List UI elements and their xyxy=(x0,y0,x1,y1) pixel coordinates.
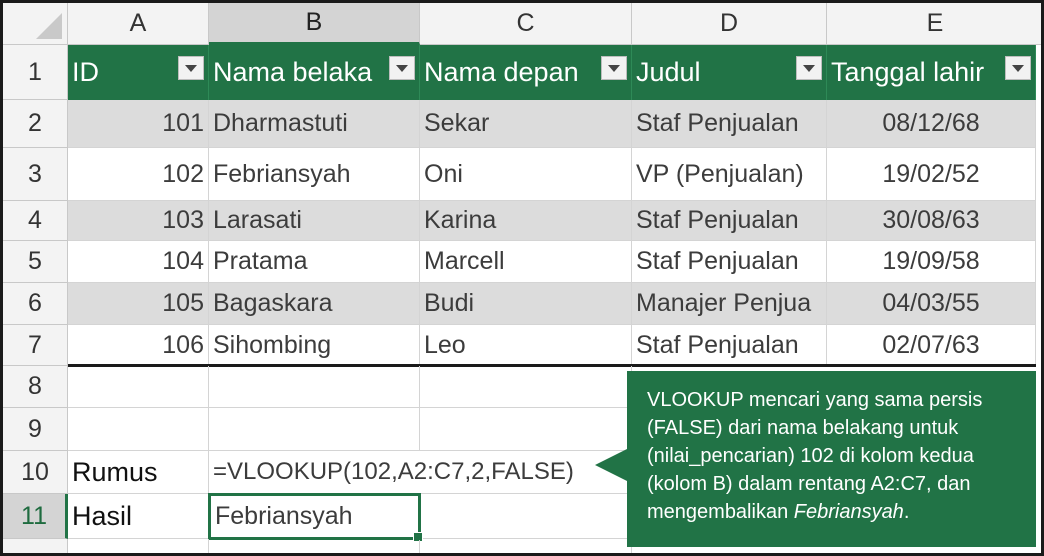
chevron-down-icon[interactable] xyxy=(601,56,627,80)
table-cell-last-name[interactable]: Febriansyah xyxy=(209,148,420,201)
empty-cell[interactable] xyxy=(420,539,632,553)
column-header-b[interactable]: B xyxy=(209,3,420,45)
row-header-1[interactable]: 1 xyxy=(3,45,68,100)
row-header-7[interactable]: 7 xyxy=(3,325,68,366)
empty-cell[interactable] xyxy=(420,366,632,408)
chevron-down-icon[interactable] xyxy=(1005,56,1031,80)
table-cell-dob[interactable]: 02/07/63 xyxy=(827,325,1036,366)
table-cell-first-name[interactable]: Karina xyxy=(420,201,632,241)
table-header-label: Judul xyxy=(636,57,701,87)
explanation-callout: VLOOKUP mencari yang sama persis (FALSE)… xyxy=(595,371,1036,547)
empty-cell[interactable] xyxy=(420,494,632,539)
column-header-d[interactable]: D xyxy=(632,3,827,45)
result-label[interactable]: Hasil xyxy=(68,494,209,539)
table-header-title[interactable]: Judul xyxy=(632,45,827,100)
row-header-11[interactable]: 11 xyxy=(3,494,68,539)
row-header-10[interactable]: 10 xyxy=(3,451,68,494)
table-header-last-name[interactable]: Nama belaka xyxy=(209,45,420,100)
chevron-down-icon[interactable] xyxy=(178,56,204,80)
row-header-6[interactable]: 6 xyxy=(3,283,68,325)
chevron-down-icon[interactable] xyxy=(389,56,415,80)
select-all-triangle-icon xyxy=(36,13,62,39)
table-cell-title[interactable]: Staf Penjualan xyxy=(632,201,827,241)
table-cell-id[interactable]: 106 xyxy=(68,325,209,366)
table-cell-id[interactable]: 104 xyxy=(68,241,209,283)
callout-italic-text: Febriansyah xyxy=(793,501,904,523)
table-header-label: Nama belaka xyxy=(213,57,373,87)
table-cell-first-name[interactable]: Marcell xyxy=(420,241,632,283)
formula-label[interactable]: Rumus xyxy=(68,451,209,494)
empty-cell[interactable] xyxy=(420,408,632,451)
table-cell-title[interactable]: Staf Penjualan xyxy=(632,241,827,283)
empty-cell[interactable] xyxy=(209,408,420,451)
table-cell-first-name[interactable]: Budi xyxy=(420,283,632,325)
row-header-2[interactable]: 2 xyxy=(3,100,68,148)
table-cell-first-name[interactable]: Oni xyxy=(420,148,632,201)
empty-cell[interactable] xyxy=(209,366,420,408)
table-cell-last-name[interactable]: Bagaskara xyxy=(209,283,420,325)
table-cell-title[interactable]: Staf Penjualan xyxy=(632,100,827,148)
empty-cell[interactable] xyxy=(68,539,209,553)
table-header-label: Tanggal lahir xyxy=(831,57,985,87)
row-header-4[interactable]: 4 xyxy=(3,201,68,241)
table-cell-dob[interactable]: 30/08/63 xyxy=(827,201,1036,241)
table-cell-title[interactable]: Manajer Penjua xyxy=(632,283,827,325)
chevron-down-icon[interactable] xyxy=(796,56,822,80)
table-cell-first-name[interactable]: Leo xyxy=(420,325,632,366)
column-header-a[interactable]: A xyxy=(68,3,209,45)
table-cell-last-name[interactable]: Sihombing xyxy=(209,325,420,366)
table-header-label: Nama depan xyxy=(424,57,579,87)
table-cell-id[interactable]: 105 xyxy=(68,283,209,325)
row-header-3[interactable]: 3 xyxy=(3,148,68,201)
table-header-label: ID xyxy=(72,57,99,87)
table-cell-last-name[interactable]: Pratama xyxy=(209,241,420,283)
column-header-e[interactable]: E xyxy=(827,3,1041,45)
table-cell-last-name[interactable]: Dharmastuti xyxy=(209,100,420,148)
callout-text-end: . xyxy=(903,501,910,523)
table-cell-title[interactable]: VP (Penjualan) xyxy=(632,148,827,201)
column-header-c[interactable]: C xyxy=(420,3,632,45)
table-cell-dob[interactable]: 19/02/52 xyxy=(827,148,1036,201)
table-header-dob[interactable]: Tanggal lahir xyxy=(827,45,1036,100)
table-cell-first-name[interactable]: Sekar xyxy=(420,100,632,148)
table-cell-dob[interactable]: 19/09/58 xyxy=(827,241,1036,283)
result-value: Febriansyah xyxy=(215,502,353,530)
empty-cell[interactable] xyxy=(68,366,209,408)
empty-cell[interactable] xyxy=(209,540,420,553)
select-all-corner[interactable] xyxy=(3,3,68,45)
table-header-first-name[interactable]: Nama depan xyxy=(420,45,632,100)
table-cell-id[interactable]: 101 xyxy=(68,100,209,148)
table-cell-last-name[interactable]: Larasati xyxy=(209,201,420,241)
formula-text[interactable]: =VLOOKUP(102,A2:C7,2,FALSE) xyxy=(209,451,632,494)
empty-cell[interactable] xyxy=(68,408,209,451)
table-cell-title[interactable]: Staf Penjualan xyxy=(632,325,827,366)
spreadsheet: A B C D E 1 2 3 4 5 6 7 8 9 10 11 ID Nam… xyxy=(0,0,1044,556)
table-header-id[interactable]: ID xyxy=(68,45,209,100)
row-header-9[interactable]: 9 xyxy=(3,408,68,451)
row-header-12-partial[interactable] xyxy=(3,539,68,553)
table-cell-dob[interactable]: 04/03/55 xyxy=(827,283,1036,325)
table-cell-dob[interactable]: 08/12/68 xyxy=(827,100,1036,148)
callout-pointer xyxy=(595,449,627,481)
row-header-8[interactable]: 8 xyxy=(3,366,68,408)
table-cell-id[interactable]: 103 xyxy=(68,201,209,241)
result-cell-selected[interactable]: Febriansyah xyxy=(208,493,423,542)
table-cell-id[interactable]: 102 xyxy=(68,148,209,201)
row-header-5[interactable]: 5 xyxy=(3,241,68,283)
